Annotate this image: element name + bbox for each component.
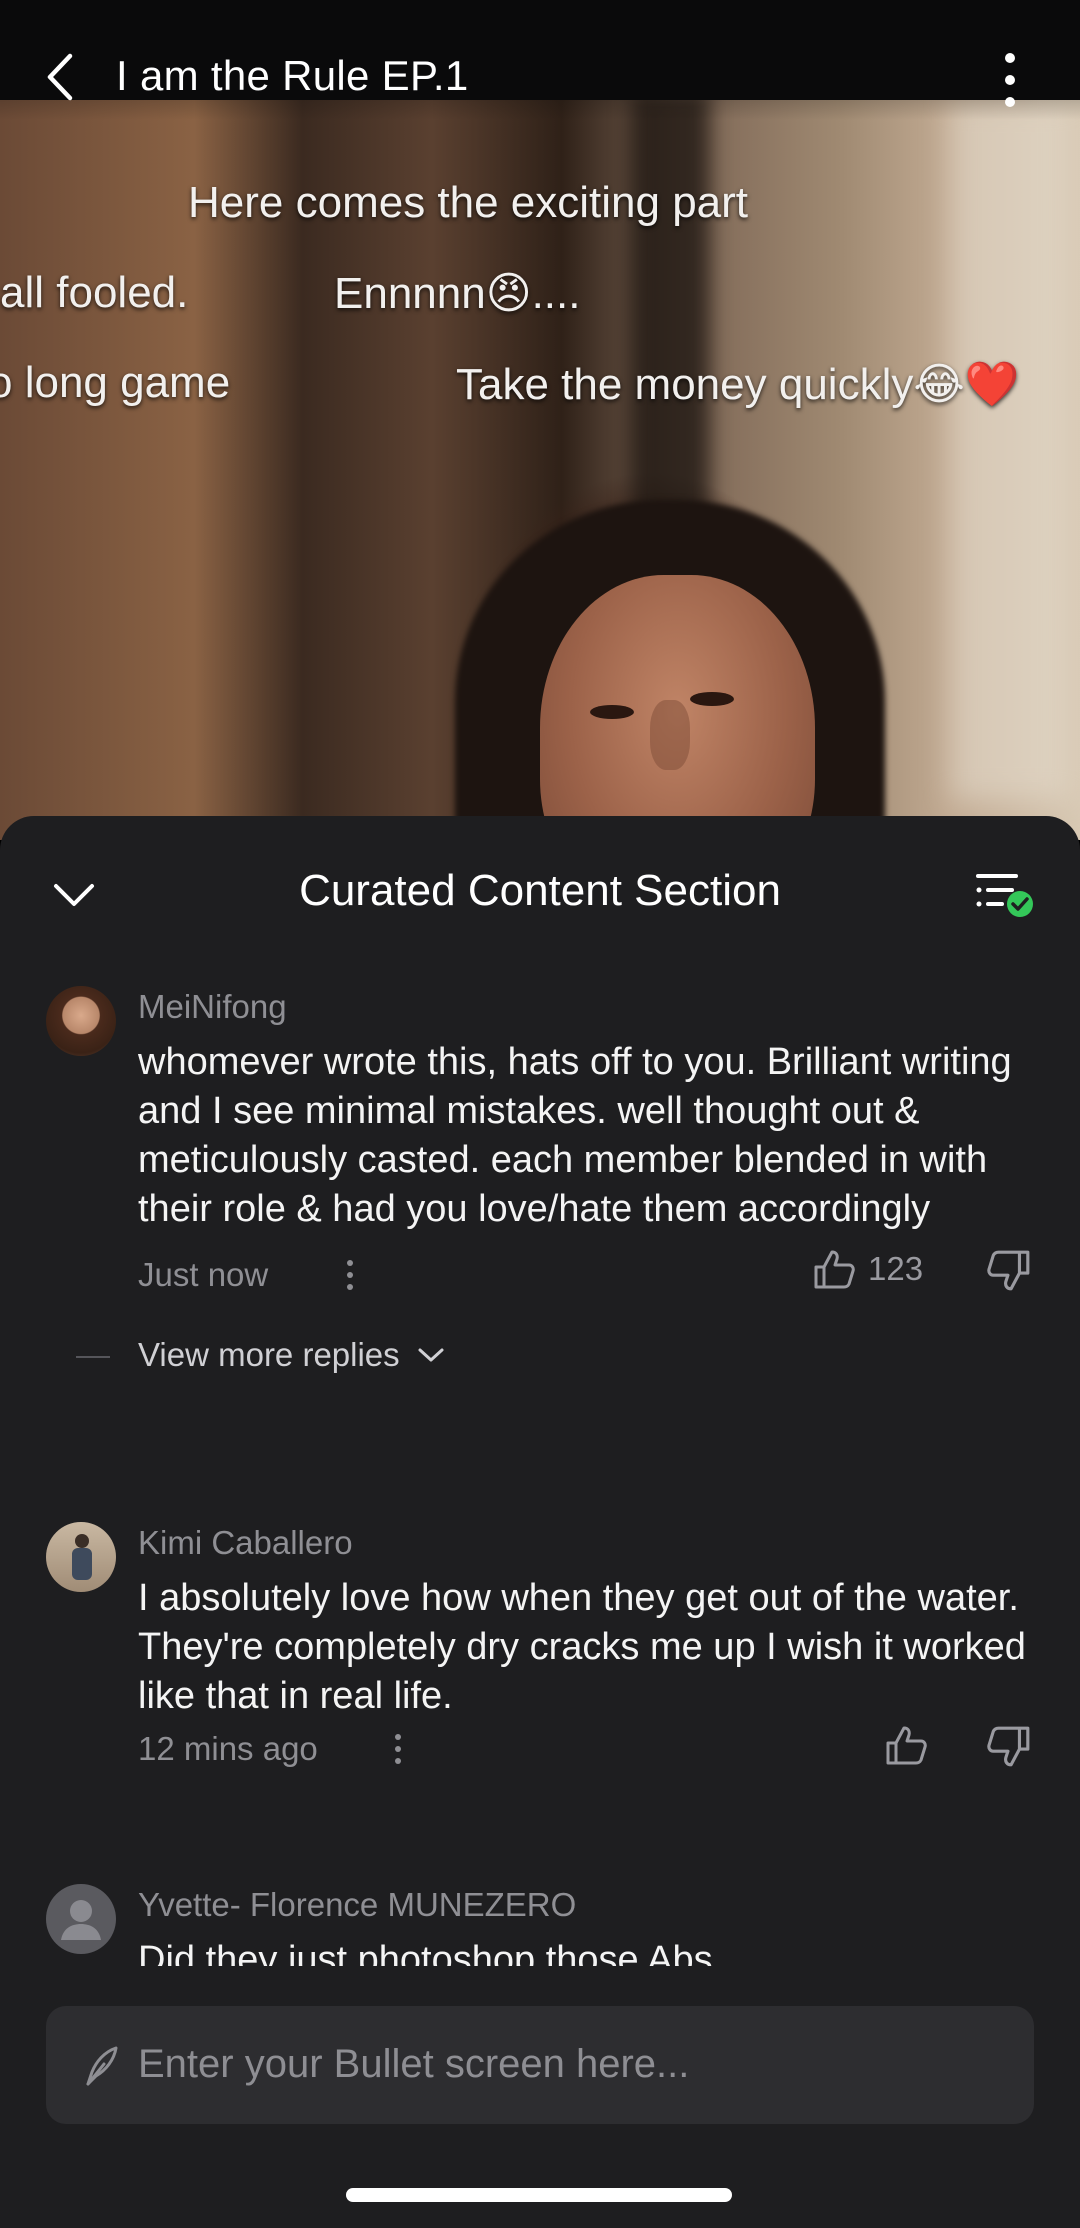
comment-text: whomever wrote this, hats off to you. Br… <box>138 1041 1012 1230</box>
comment-time: 12 mins ago <box>138 1730 318 1767</box>
like-button[interactable] <box>884 1722 940 1768</box>
comment-text: Did they just photoshop those Abs <box>138 1939 713 1966</box>
comment-text: I absolutely love how when they get out … <box>138 1577 1026 1717</box>
avatar[interactable] <box>46 1522 116 1592</box>
comment-item: Kimi Caballero I absolutely love how whe… <box>0 1502 1080 1832</box>
pen-icon <box>86 2046 118 2086</box>
like-button[interactable]: 123 <box>812 1246 923 1292</box>
comment-list[interactable]: MeiNifong whomever wrote this, hats off … <box>0 966 1080 1966</box>
episode-title: I am the Rule EP.1 <box>116 52 469 99</box>
view-more-replies-button[interactable]: View more replies <box>76 1336 446 1374</box>
video-person-eye-right <box>690 692 734 706</box>
bullet-comment: Ennnnn😠.... <box>334 269 581 318</box>
top-bar: I am the Rule EP.1 <box>0 0 1080 107</box>
thumbs-down-icon[interactable] <box>986 1248 1032 1294</box>
comment-options-icon[interactable] <box>392 1732 404 1766</box>
comment-username[interactable]: MeiNifong <box>138 988 287 1026</box>
back-arrow-icon[interactable] <box>42 52 82 102</box>
comment-item: Yvette- Florence MUNEZERO Did they just … <box>0 1864 1080 1966</box>
thumbs-up-icon <box>886 1726 927 1765</box>
comment-item: MeiNifong whomever wrote this, hats off … <box>0 966 1080 1466</box>
comment-username[interactable]: Kimi Caballero <box>138 1524 353 1562</box>
filter-check-icon[interactable] <box>972 866 1034 922</box>
home-indicator[interactable] <box>346 2188 732 2202</box>
video-player[interactable] <box>0 0 1080 840</box>
thumbs-down-icon[interactable] <box>986 1724 1032 1770</box>
bullet-comment: all fooled. <box>0 268 189 317</box>
bullet-comment: Here comes the exciting part <box>188 178 749 227</box>
input-placeholder: Enter your Bullet screen here... <box>138 2042 690 2086</box>
comment-time: Just now <box>138 1256 269 1293</box>
thumbs-up-icon <box>814 1250 855 1289</box>
avatar-figure-body <box>72 1548 92 1580</box>
comment-sheet: Curated Content Section MeiNifong whomev… <box>0 816 1080 2228</box>
chevron-down-icon <box>418 1348 444 1362</box>
view-more-label: View more replies <box>138 1336 400 1373</box>
bullet-comment: Take the money quickly😂❤️ <box>456 360 1020 409</box>
sheet-title: Curated Content Section <box>299 866 781 915</box>
avatar-figure-head <box>75 1534 89 1548</box>
avatar[interactable] <box>46 1884 116 1954</box>
bullet-screen-input[interactable]: Enter your Bullet screen here... <box>46 2006 1034 2124</box>
default-user-icon <box>61 1900 101 1940</box>
like-count: 123 <box>868 1250 924 1287</box>
video-background-light <box>950 100 1070 800</box>
comment-username[interactable]: Yvette- Florence MUNEZERO <box>138 1886 576 1924</box>
bullet-comment: o long game <box>0 358 231 407</box>
view-more-dash <box>76 1356 110 1358</box>
comment-options-icon[interactable] <box>344 1258 356 1292</box>
more-vertical-icon[interactable] <box>990 52 1030 108</box>
video-person-nose <box>650 700 690 770</box>
video-person-eye-left <box>590 705 634 719</box>
avatar[interactable] <box>46 986 116 1056</box>
